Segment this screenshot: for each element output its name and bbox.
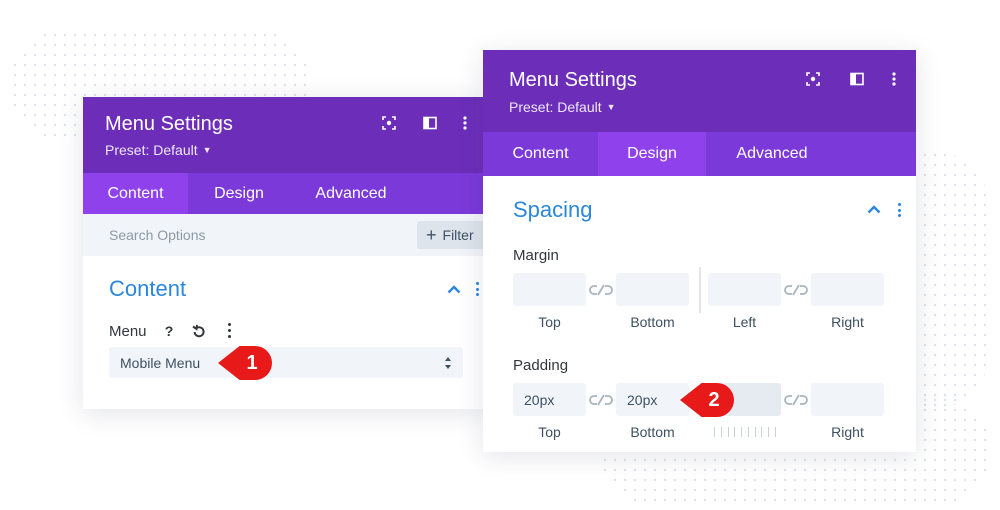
link-icon[interactable]: [589, 283, 613, 297]
columns-icon[interactable]: [848, 70, 866, 88]
panel-title: Menu Settings: [509, 69, 637, 91]
columns-icon[interactable]: [421, 114, 439, 132]
section-title: Spacing: [513, 197, 593, 222]
preset-dropdown[interactable]: Preset: Default ▼: [105, 142, 212, 158]
tab-advanced[interactable]: Advanced: [706, 132, 838, 176]
help-icon[interactable]: ?: [160, 322, 178, 340]
divider: [699, 267, 701, 313]
filter-label: Filter: [442, 227, 474, 243]
target-icon[interactable]: [804, 70, 822, 88]
tab-design[interactable]: Design: [188, 173, 290, 214]
caret-down-icon: ▼: [202, 145, 212, 155]
margin-left-input[interactable]: [708, 273, 781, 306]
padding-top-label: Top: [538, 424, 561, 440]
panel-header: Menu Settings Preset: Default ▼: [83, 97, 483, 173]
tab-design[interactable]: Design: [598, 132, 706, 176]
link-icon[interactable]: [589, 393, 613, 407]
chevron-up-icon[interactable]: [447, 285, 461, 294]
panel-header: Menu Settings Preset: Default ▼: [483, 50, 916, 132]
chevron-up-icon[interactable]: [867, 205, 881, 214]
margin-left-label: Left: [732, 314, 757, 330]
padding-top-input[interactable]: 20px: [513, 383, 586, 416]
tab-bar: Content Design Advanced: [483, 132, 916, 176]
more-vertical-icon[interactable]: [475, 282, 479, 296]
settings-panel-content: Menu Settings Preset: Default ▼ Content D…: [83, 97, 483, 409]
reset-icon[interactable]: [190, 322, 208, 340]
more-vertical-icon[interactable]: [456, 114, 474, 132]
padding-label: Padding: [513, 357, 569, 374]
panel-title: Menu Settings: [105, 113, 233, 135]
padding-bottom-input[interactable]: 20px: [616, 383, 689, 416]
menu-select-value: Mobile Menu: [120, 354, 201, 371]
margin-bottom-input[interactable]: [616, 273, 689, 306]
margin-label: Margin: [513, 247, 559, 264]
tab-content[interactable]: Content: [483, 132, 598, 176]
tab-content[interactable]: Content: [83, 173, 188, 214]
tab-bar: Content Design Advanced: [83, 173, 483, 214]
target-icon[interactable]: [380, 114, 398, 132]
link-icon[interactable]: [784, 283, 808, 297]
field-label: Menu: [109, 323, 147, 340]
filter-button[interactable]: + Filter: [417, 221, 483, 249]
margin-right-label: Right: [831, 314, 864, 330]
margin-right-input[interactable]: [811, 273, 884, 306]
preset-dropdown[interactable]: Preset: Default ▼: [509, 99, 616, 115]
padding-bottom-label: Bottom: [630, 424, 675, 440]
margin-top-input[interactable]: [513, 273, 586, 306]
preset-label: Preset: Default: [105, 142, 198, 158]
menu-select[interactable]: Mobile Menu: [109, 347, 463, 378]
section-title: Content: [109, 276, 187, 301]
preset-label: Preset: Default: [509, 99, 602, 115]
more-vertical-icon[interactable]: [897, 203, 901, 217]
search-input[interactable]: [109, 225, 389, 245]
more-vertical-icon[interactable]: [227, 323, 231, 338]
search-bar: + Filter: [83, 214, 483, 256]
margin-bottom-label: Bottom: [630, 314, 675, 330]
link-icon[interactable]: [784, 393, 808, 407]
margin-top-label: Top: [538, 314, 561, 330]
tab-advanced[interactable]: Advanced: [290, 173, 412, 214]
slider-ticks[interactable]: [714, 427, 776, 437]
padding-right-input[interactable]: [811, 383, 884, 416]
caret-down-icon: ▼: [606, 102, 616, 112]
padding-right-label: Right: [831, 424, 864, 440]
select-arrows-icon: [445, 357, 451, 369]
more-vertical-icon[interactable]: [885, 70, 903, 88]
plus-icon: +: [426, 225, 437, 245]
